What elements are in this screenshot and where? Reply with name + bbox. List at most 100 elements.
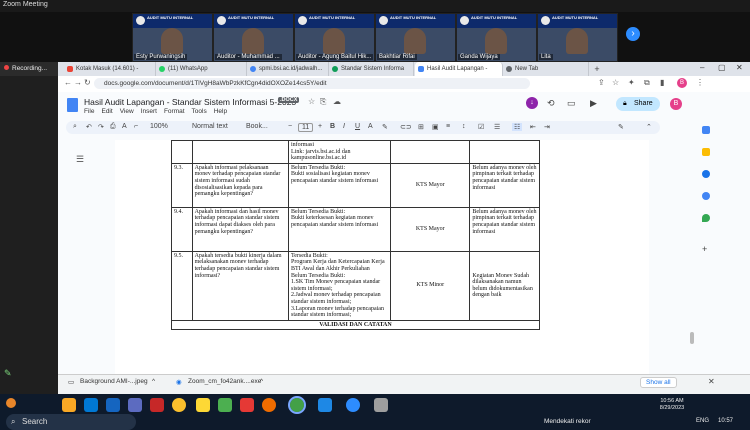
image-icon[interactable]: ▣ <box>432 123 439 131</box>
new-tab-button[interactable]: + <box>591 62 603 76</box>
next-page-icon[interactable]: › <box>626 27 640 41</box>
calendar-icon[interactable] <box>702 126 710 134</box>
history-icon[interactable]: ⟲ <box>547 98 555 109</box>
evidence-cell[interactable]: Belum Tersedia Bukti: Bukti sosialisasi … <box>287 162 392 208</box>
meet-icon[interactable]: ▶ <box>590 98 597 109</box>
menu-tools[interactable]: Tools <box>192 108 207 115</box>
maximize-icon[interactable]: ▢ <box>718 63 726 72</box>
participant-tile[interactable]: AUDIT MUTU INTERNAL Lita <box>537 13 618 62</box>
editing-mode-icon[interactable]: ✎ <box>618 123 624 131</box>
participant-tile[interactable]: AUDIT MUTU INTERNAL Bakhtiar Rifai <box>375 13 456 62</box>
chrome-icon[interactable] <box>288 396 306 414</box>
italic-icon[interactable]: I <box>343 123 345 130</box>
tab-new[interactable]: New Tab <box>503 62 589 76</box>
indent-less-icon[interactable]: ⇤ <box>530 123 536 131</box>
bold-icon[interactable]: B <box>330 123 335 130</box>
weather-widget[interactable] <box>6 398 50 410</box>
forward-icon[interactable]: → <box>74 78 82 87</box>
share-page-icon[interactable]: ⇪ <box>598 78 605 87</box>
font-size-decrease-icon[interactable]: − <box>288 123 292 130</box>
paint-format-icon[interactable]: ⌐ <box>134 123 138 130</box>
spellcheck-icon[interactable]: A <box>122 123 127 130</box>
download-item[interactable]: Zoom_cm_fo42ank....exe <box>188 378 261 385</box>
maps-icon[interactable] <box>702 214 710 222</box>
scrollbar-thumb[interactable] <box>690 332 694 344</box>
add-comment-icon[interactable]: ⊞ <box>418 123 424 131</box>
question-cell[interactable]: Apakah informasi dan hasil monev terhada… <box>191 206 290 252</box>
print-icon[interactable]: ⎙ <box>110 123 116 131</box>
minimize-icon[interactable]: – <box>700 63 704 72</box>
outline-icon[interactable]: ☰ <box>76 154 84 165</box>
font-select[interactable]: Book... <box>246 123 268 130</box>
indent-more-icon[interactable]: ⇥ <box>544 123 550 131</box>
tab-hasil-audit[interactable]: Hasil Audit Lapangan - <box>415 62 503 76</box>
extension-icon[interactable]: ✦ <box>628 78 635 87</box>
style-select[interactable]: Normal text <box>192 123 228 130</box>
profile-avatar[interactable]: B <box>677 78 687 88</box>
menu-format[interactable]: Format <box>164 108 185 115</box>
addon-icon[interactable]: ↓ <box>526 97 538 109</box>
teams-icon[interactable] <box>84 398 98 412</box>
window-controls[interactable]: – ▢ ✕ <box>676 62 750 76</box>
file-explorer-icon[interactable] <box>62 398 76 412</box>
cloud-icon[interactable]: ☁ <box>333 97 341 106</box>
item-number[interactable]: 9.4. <box>171 206 193 252</box>
tray-time[interactable]: 10:57 <box>718 418 733 424</box>
url-input[interactable]: docs.google.com/document/d/1TlVgH8aWbPzk… <box>94 78 530 89</box>
menu-insert[interactable]: Insert <box>141 108 157 115</box>
participant-tile[interactable]: AUDIT MUTU INTERNAL Auditor - Agung Baitu… <box>294 13 375 62</box>
share-button[interactable]: 🔒︎ Share <box>616 97 660 111</box>
evidence-cell[interactable]: Tersedia Bukti: Program Kerja dan Keterc… <box>287 250 392 321</box>
bookmark-icon[interactable]: ☆ <box>612 78 619 87</box>
reload-icon[interactable]: ↻ <box>84 78 91 87</box>
language-indicator[interactable]: ENG <box>696 418 709 424</box>
avatar[interactable]: B <box>670 98 682 110</box>
chevron-up-icon[interactable]: ^ <box>260 378 263 385</box>
undo-icon[interactable]: ↶ <box>86 123 92 131</box>
recommendation-cell[interactable]: Belum adanya monev oleh pimpinan terkait… <box>469 206 540 252</box>
chevron-up-icon[interactable]: ^ <box>152 378 155 385</box>
tab-whatsapp[interactable]: (11) WhatsApp <box>156 62 247 76</box>
recommendation-cell[interactable]: Kegiatan Monev Sudah dilaksanakan namun … <box>469 250 540 321</box>
zoom-app-icon[interactable] <box>346 398 360 412</box>
item-number[interactable]: 9.5. <box>171 250 193 321</box>
tab-spmi[interactable]: spmi.bsi.ac.id/jadwalh... <box>247 62 329 76</box>
numbered-list-icon[interactable]: ☷ <box>512 123 523 131</box>
item-number[interactable]: 9.3. <box>171 162 193 208</box>
taskbar-search[interactable]: ⌕ Search <box>6 414 136 430</box>
redo-icon[interactable]: ↷ <box>98 123 104 131</box>
contacts-icon[interactable] <box>702 192 710 200</box>
app-icon[interactable] <box>374 398 388 412</box>
font-size-input[interactable]: 11 <box>298 123 314 132</box>
kts-cell[interactable]: KTS Mayor <box>390 206 471 252</box>
kts-cell[interactable]: KTS Mayor <box>390 162 471 208</box>
participant-tile[interactable]: AUDIT MUTU INTERNAL Ganda Wijaya <box>456 13 537 62</box>
link-icon[interactable]: ⊂⊃ <box>400 123 412 131</box>
add-addon-icon[interactable]: + <box>702 244 707 254</box>
section-heading[interactable]: VALIDASI DAN CATATAN <box>171 319 540 331</box>
tab-gmail[interactable]: Kotak Masuk (14.601) - <box>64 62 156 76</box>
app-icon[interactable] <box>218 398 232 412</box>
text-color-icon[interactable]: A <box>368 123 373 130</box>
question-cell[interactable]: Apakah tersedia bukti kinerja dalam mela… <box>191 250 290 321</box>
close-icon[interactable]: ✕ <box>708 377 715 386</box>
show-all-button[interactable]: Show all <box>640 377 677 388</box>
align-icon[interactable]: ≡ <box>446 123 450 130</box>
pen-icon[interactable]: ✎ <box>4 368 14 378</box>
app-icon[interactable] <box>128 398 142 412</box>
back-icon[interactable]: ← <box>64 78 72 87</box>
collapse-toolbar-icon[interactable]: ⌃ <box>646 123 652 131</box>
tab-standar[interactable]: Standar Sistem Informa <box>329 62 414 76</box>
line-spacing-icon[interactable]: ↕ <box>462 123 466 130</box>
app-icon[interactable] <box>240 398 254 412</box>
menu-icon[interactable]: ⋮ <box>696 78 704 87</box>
app-icon[interactable] <box>150 398 164 412</box>
menu-help[interactable]: Help <box>214 108 227 115</box>
kts-cell[interactable]: KTS Minor <box>390 250 471 321</box>
question-cell[interactable]: Apakah informasi pelaksanaan monev terha… <box>191 162 290 208</box>
recommendation-cell[interactable]: Belum adanya monev oleh pimpinan terkait… <box>469 162 540 208</box>
word-app-icon[interactable] <box>106 398 120 412</box>
comment-icon[interactable]: ▭ <box>567 98 576 109</box>
highlight-icon[interactable]: ✎ <box>382 123 388 131</box>
font-size-increase-icon[interactable]: + <box>318 123 322 130</box>
